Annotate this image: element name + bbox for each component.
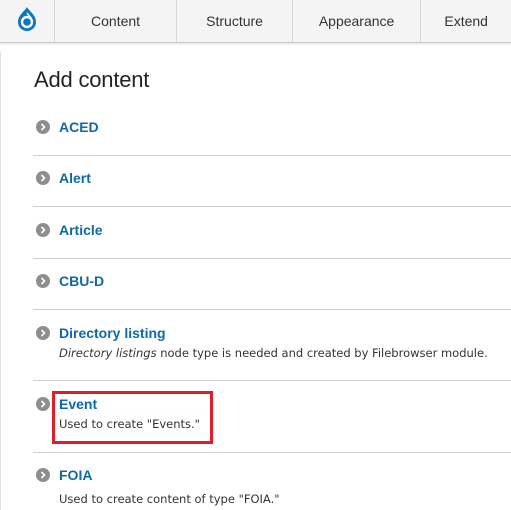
chevron-right-icon: [36, 171, 50, 185]
highlight-box: [52, 391, 213, 444]
chevron-right-icon: [36, 120, 50, 134]
chevron-right-icon: [36, 223, 50, 237]
chevron-right-icon: [36, 326, 50, 340]
description-text: node type is needed and created by Fileb…: [156, 346, 488, 360]
list-item-aced: ACED: [33, 119, 511, 135]
divider: [33, 155, 511, 156]
list-item-cbu-d: CBU-D: [33, 273, 511, 289]
content-type-link-alert[interactable]: Alert: [59, 170, 91, 186]
description-emphasis: Directory listings: [59, 346, 157, 360]
page-title: Add content: [34, 67, 150, 92]
chevron-right-icon: [36, 397, 50, 411]
chevron-right-icon: [36, 274, 50, 288]
tab-content[interactable]: Content: [55, 0, 178, 42]
admin-toolbar: Content Structure Appearance Extend: [0, 0, 511, 43]
divider: [33, 452, 511, 453]
divider: [33, 380, 511, 381]
list-item-article: Article: [33, 222, 511, 238]
drupal-drop-icon: [16, 6, 38, 36]
list-item-foia: FOIA Used to create content of type "FOI…: [33, 467, 511, 506]
chevron-right-icon: [36, 468, 50, 482]
divider: [33, 258, 511, 259]
content-type-link-aced[interactable]: ACED: [59, 119, 99, 135]
content-type-link-foia[interactable]: FOIA: [59, 467, 92, 483]
list-item-directory-listing: Directory listing Directory listings nod…: [33, 325, 511, 360]
tab-extend[interactable]: Extend: [421, 0, 511, 42]
divider: [33, 206, 511, 207]
content-type-link-directory-listing[interactable]: Directory listing: [59, 325, 166, 341]
home-button[interactable]: [0, 0, 55, 42]
list-item-alert: Alert: [33, 170, 511, 186]
content-type-description: Directory listings node type is needed a…: [59, 346, 511, 360]
tab-structure[interactable]: Structure: [177, 0, 293, 42]
content-type-link-cbu-d[interactable]: CBU-D: [59, 273, 104, 289]
content-type-link-article[interactable]: Article: [59, 222, 103, 238]
tab-appearance[interactable]: Appearance: [293, 0, 422, 42]
content-type-description: Used to create content of type "FOIA.": [59, 492, 280, 506]
divider: [33, 309, 511, 310]
